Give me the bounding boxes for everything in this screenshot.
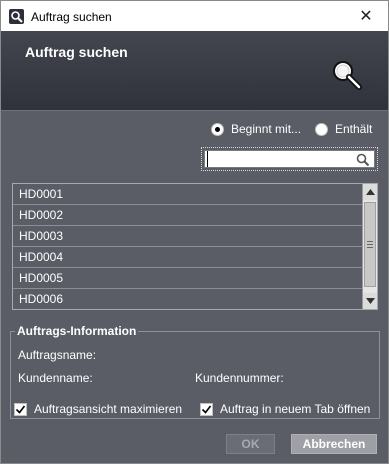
list-item[interactable]: HD0004 xyxy=(13,247,363,268)
cancel-button[interactable]: Abbrechen xyxy=(291,434,377,454)
scroll-thumb[interactable] xyxy=(364,202,376,287)
header-title: Auftrag suchen xyxy=(25,44,128,60)
list-item[interactable]: HD0005 xyxy=(13,268,363,289)
radio-contains[interactable]: Enthält xyxy=(315,122,372,136)
list-item[interactable]: HD0006 xyxy=(13,289,363,310)
maximize-view-checkbox[interactable] xyxy=(14,402,27,416)
check-icon xyxy=(201,405,212,414)
window-title: Auftrag suchen xyxy=(31,10,112,24)
maximize-view-option[interactable]: Auftragsansicht maximieren xyxy=(14,402,182,416)
radio-button-contains[interactable] xyxy=(315,122,328,136)
close-icon: ✕ xyxy=(359,8,373,25)
list-scrollbar[interactable] xyxy=(362,184,377,309)
radio-label-begins-with: Beginnt mit... xyxy=(231,122,302,136)
chevron-down-icon xyxy=(365,298,375,304)
scroll-down-button[interactable] xyxy=(363,293,377,309)
search-icon[interactable] xyxy=(356,153,370,170)
search-field-focus-frame xyxy=(201,147,378,171)
list-item[interactable]: HD0002 xyxy=(13,205,363,226)
search-dialog: Auftrag suchen Beginnt mit... Enthält HD… xyxy=(0,31,389,464)
chevron-up-icon xyxy=(365,189,375,195)
magnifier-icon xyxy=(331,59,365,94)
app-icon xyxy=(9,9,24,24)
check-icon xyxy=(15,405,26,414)
radio-label-contains: Enthält xyxy=(335,122,373,136)
radio-button-begins-with[interactable] xyxy=(211,122,224,136)
customer-number-label: Kundennummer: xyxy=(195,371,284,385)
list-item[interactable]: HD0003 xyxy=(13,226,363,247)
customer-name-label: Kundenname: xyxy=(18,371,93,385)
ok-button[interactable]: OK xyxy=(226,434,275,454)
maximize-view-label: Auftragsansicht maximieren xyxy=(34,402,183,416)
search-input[interactable] xyxy=(207,151,347,167)
results-list: HD0001 HD0002 HD0003 HD0004 HD0005 HD000… xyxy=(12,183,378,310)
search-field[interactable] xyxy=(204,150,375,168)
open-in-new-tab-option[interactable]: Auftrag in neuem Tab öffnen xyxy=(200,402,370,416)
order-info-legend: Auftrags-Information xyxy=(15,324,139,338)
radio-begins-with[interactable]: Beginnt mit... xyxy=(211,122,301,136)
close-button[interactable]: ✕ xyxy=(344,1,388,31)
list-item[interactable]: HD0001 xyxy=(13,184,363,205)
dialog-header: Auftrag suchen xyxy=(1,31,388,111)
order-name-label: Auftragsname: xyxy=(18,348,97,362)
open-in-new-tab-label: Auftrag in neuem Tab öffnen xyxy=(220,402,371,416)
open-in-new-tab-checkbox[interactable] xyxy=(200,402,213,416)
scroll-up-button[interactable] xyxy=(363,184,377,200)
window-titlebar: Auftrag suchen ✕ xyxy=(0,0,389,31)
